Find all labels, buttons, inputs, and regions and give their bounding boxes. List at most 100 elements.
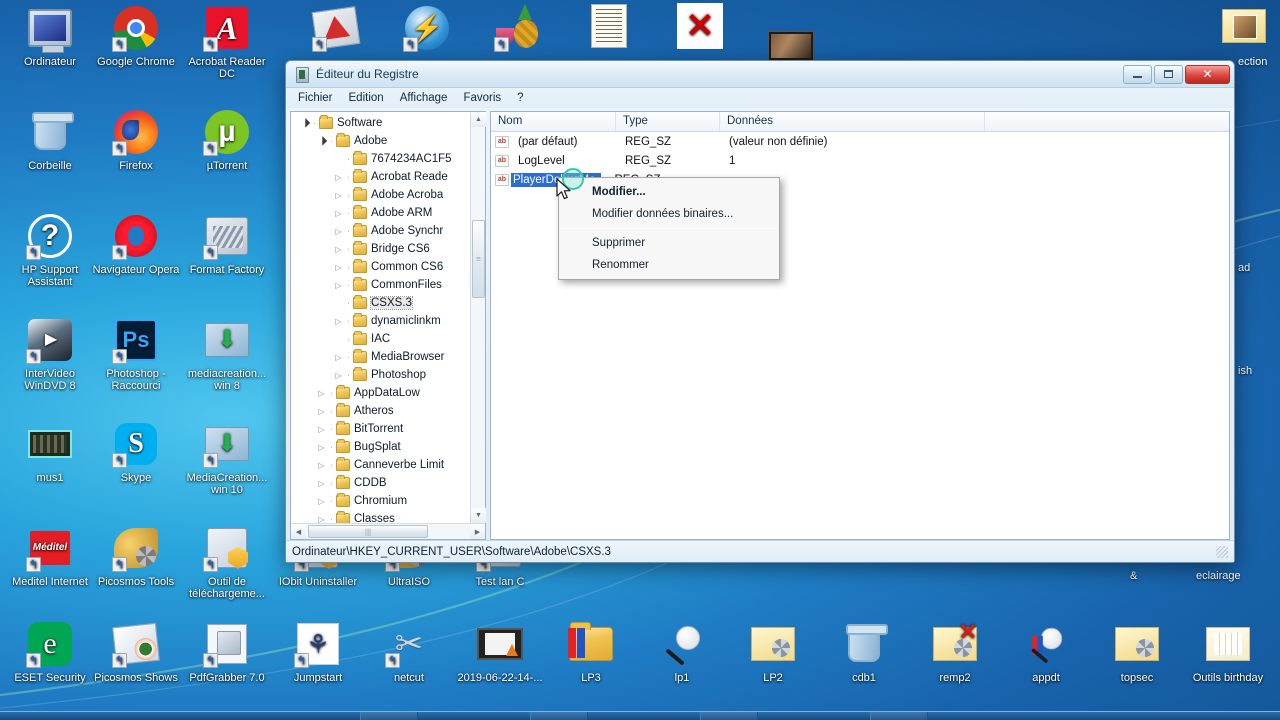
desktop-icon-corbeille[interactable]: Corbeille <box>4 108 96 172</box>
desktop-icon-navigateur-opera[interactable]: Navigateur Opera <box>90 212 182 276</box>
desktop-icon-topsec[interactable]: topsec <box>1091 620 1183 684</box>
desktop-icon-format-factory[interactable]: Format Factory <box>181 212 273 276</box>
value-row[interactable]: ab LogLevel REG_SZ 1 <box>491 151 1229 170</box>
tree-node[interactable]: · Bridge CS6 <box>291 240 470 258</box>
expand-triangle-icon[interactable] <box>333 227 344 236</box>
menu-bar[interactable]: Fichier Edition Affichage Favoris ? <box>286 88 1234 108</box>
expand-triangle-icon[interactable] <box>333 281 344 290</box>
collapse-triangle-icon[interactable] <box>299 118 310 129</box>
column-header-type[interactable]: Type <box>616 112 720 131</box>
resize-grip[interactable] <box>1216 545 1228 558</box>
tree-node[interactable]: · AppDataLow <box>291 384 470 402</box>
tree-hscroll-thumb[interactable]: ||| <box>308 525 428 538</box>
tree-node[interactable]: · Adobe ARM <box>291 204 470 222</box>
tree-node[interactable]: · Classes <box>291 510 470 523</box>
expand-triangle-icon[interactable] <box>333 317 344 326</box>
desktop-icon-outil-de-t-l-chargeme[interactable]: Outil de téléchargeme... <box>181 524 273 600</box>
tree-node-selected[interactable]: · CSXS.3 <box>291 294 470 312</box>
tree-node[interactable]: · Software <box>291 114 470 132</box>
desktop-icon-lp1[interactable]: lp1 <box>636 620 728 684</box>
tree-node[interactable]: · 7674234AC1F5 <box>291 150 470 168</box>
expand-triangle-icon[interactable] <box>333 173 344 182</box>
tree-node[interactable]: · BitTorrent <box>291 420 470 438</box>
tree-horizontal-scrollbar[interactable]: ◀ ||| ▶ <box>291 523 485 539</box>
desktop-icon-cdb1[interactable]: cdb1 <box>818 620 910 684</box>
desktop-icon-google-chrome[interactable]: Google Chrome <box>90 4 182 68</box>
desktop-icon-remp2[interactable]: ✕ remp2 <box>909 620 1001 684</box>
tree-node[interactable]: · CommonFiles <box>291 276 470 294</box>
tree-node[interactable]: · Adobe <box>291 132 470 150</box>
desktop-icon[interactable] <box>472 4 564 56</box>
expand-triangle-icon[interactable] <box>316 515 327 524</box>
tree-node[interactable]: · Canneverbe Limit <box>291 456 470 474</box>
desktop-icon-jumpstart[interactable]: ⚘ Jumpstart <box>272 620 364 684</box>
desktop-icon-mus1[interactable]: mus1 <box>4 420 96 484</box>
desktop-icon[interactable] <box>290 4 382 56</box>
scroll-left-arrow-icon[interactable]: ◀ <box>291 524 306 539</box>
tree-node[interactable]: · Chromium <box>291 492 470 510</box>
column-header-donnees[interactable]: Données <box>720 112 985 131</box>
expand-triangle-icon[interactable] <box>316 497 327 506</box>
desktop-icon-lp2[interactable]: LP2 <box>727 620 819 684</box>
desktop-icon-skype[interactable]: S Skype <box>90 420 182 484</box>
desktop-icon-firefox[interactable]: Firefox <box>90 108 182 172</box>
registry-editor-window[interactable]: Éditeur du Registre ✕ Fichier Edition Af… <box>285 60 1235 563</box>
desktop-icon-intervideo-windvd-8[interactable]: InterVideo WinDVD 8 <box>4 316 96 392</box>
desktop-icon-2019-06-22-14[interactable]: 2019-06-22-14-... <box>454 620 546 684</box>
desktop-icon-hp-support-assistant[interactable]: ? HP Support Assistant <box>4 212 96 288</box>
tree-node[interactable]: · Photoshop <box>291 366 470 384</box>
registry-tree-pane[interactable]: ·Software·Adobe·7674234AC1F5·Acrobat Rea… <box>290 111 486 540</box>
column-header-empty[interactable] <box>985 112 1229 131</box>
expand-triangle-icon[interactable] <box>316 407 327 416</box>
desktop-icon-torrent[interactable]: µ µTorrent <box>181 108 273 172</box>
context-menu-item-supprimer[interactable]: Supprimer <box>559 232 779 254</box>
menu-affichage[interactable]: Affichage <box>398 91 450 105</box>
desktop-icon-picosmos-tools[interactable]: Picosmos Tools <box>90 524 182 588</box>
expand-triangle-icon[interactable] <box>333 353 344 362</box>
context-menu-item-renommer[interactable]: Renommer <box>559 254 779 276</box>
registry-values-pane[interactable]: Nom Type Données ab (par défaut) REG_SZ (va… <box>490 111 1230 540</box>
expand-triangle-icon[interactable] <box>316 389 327 398</box>
tree-node[interactable]: · Adobe Synchr <box>291 222 470 240</box>
desktop-icon-netcut[interactable]: ✂ netcut <box>363 620 455 684</box>
desktop-icon-meditel-internet[interactable]: Méditel Meditel Internet <box>4 524 96 588</box>
minimize-button[interactable] <box>1123 64 1152 84</box>
expand-triangle-icon[interactable] <box>333 371 344 380</box>
collapse-triangle-icon[interactable] <box>316 136 327 147</box>
tree-node[interactable]: · dynamiclinkm <box>291 312 470 330</box>
scroll-down-arrow-icon[interactable]: ▼ <box>471 508 486 523</box>
window-title-bar[interactable]: Éditeur du Registre ✕ <box>286 61 1234 88</box>
tree-node[interactable]: · CDDB <box>291 474 470 492</box>
desktop-icon-mediacreation-win-8[interactable]: ⬇ mediacreation... win 8 <box>181 316 273 392</box>
taskbar[interactable] <box>0 711 1280 720</box>
desktop-icon-photoshop-raccourci[interactable]: Ps Photoshop - Raccourci <box>90 316 182 392</box>
taskbar-item[interactable] <box>530 712 588 720</box>
taskbar-item[interactable] <box>360 712 418 720</box>
tree-vscroll-thumb[interactable]: ≡ <box>472 220 485 298</box>
expand-triangle-icon[interactable] <box>316 425 327 434</box>
desktop-icon-ordinateur[interactable]: Ordinateur <box>4 4 96 68</box>
close-button[interactable]: ✕ <box>1185 64 1230 84</box>
registry-tree[interactable]: ·Software·Adobe·7674234AC1F5·Acrobat Rea… <box>291 112 470 523</box>
menu-favoris[interactable]: Favoris <box>461 91 503 105</box>
desktop-icon-appdt[interactable]: appdt <box>1000 620 1092 684</box>
menu-aide[interactable]: ? <box>515 91 525 105</box>
desktop-icon-pdfgrabber-7-0[interactable]: PdfGrabber 7.0 <box>181 620 273 684</box>
tree-node[interactable]: · MediaBrowser <box>291 348 470 366</box>
desktop-icon-picosmos-shows[interactable]: Picosmos Shows <box>90 620 182 684</box>
taskbar-item[interactable] <box>700 712 758 720</box>
menu-fichier[interactable]: Fichier <box>296 91 335 105</box>
expand-triangle-icon[interactable] <box>333 209 344 218</box>
expand-triangle-icon[interactable] <box>316 443 327 452</box>
context-menu-item-modifier-donn-es-binaires[interactable]: Modifier données binaires... <box>559 203 779 225</box>
menu-edition[interactable]: Edition <box>347 91 386 105</box>
value-row[interactable]: ab (par défaut) REG_SZ (valeur non définie) <box>491 132 1229 151</box>
context-menu[interactable]: Modifier... Modifier données binaires... S… <box>558 177 780 280</box>
desktop-icon-outils-birthday[interactable]: Outils birthday <box>1182 620 1274 684</box>
desktop-icon[interactable] <box>1198 2 1280 54</box>
expand-triangle-icon[interactable] <box>333 245 344 254</box>
desktop-icon-lp3[interactable]: LP3 <box>545 620 637 684</box>
expand-triangle-icon[interactable] <box>333 263 344 272</box>
desktop-icon-eset-security[interactable]: e ESET Security <box>4 620 96 684</box>
scroll-right-arrow-icon[interactable]: ▶ <box>470 524 485 539</box>
